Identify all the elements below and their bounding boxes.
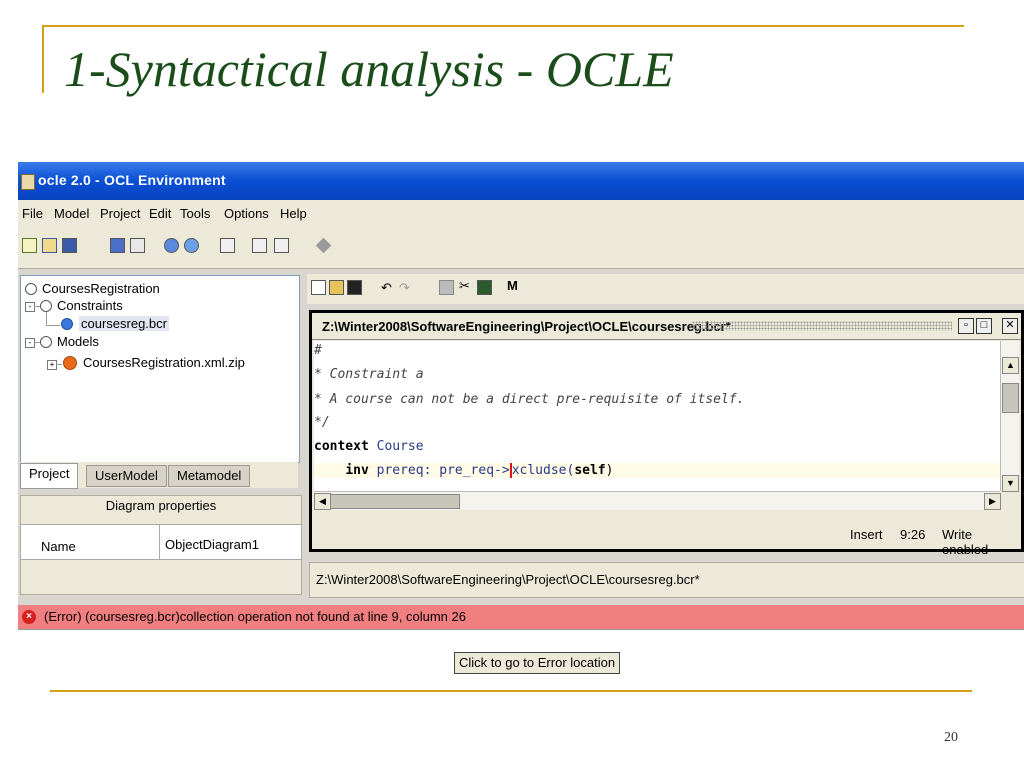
window-titlebar[interactable]: ocle 2.0 - OCL Environment [18, 162, 1024, 200]
cut-icon[interactable]: ✂ [459, 279, 474, 295]
scroll-thumb[interactable] [330, 494, 460, 509]
new-diagram-icon[interactable] [252, 238, 267, 253]
maximize-icon[interactable]: □ [976, 318, 992, 334]
ocle-window: ocle 2.0 - OCL Environment File Model Pr… [18, 162, 1024, 684]
error-message-bar[interactable]: × (Error) (coursesreg.bcr)collection ope… [18, 605, 1024, 629]
tree-node-constraint-file[interactable]: coursesreg.bcr [79, 316, 169, 331]
left-panel-tabs: Project UserModel Metamodel [20, 462, 298, 489]
scroll-right-icon[interactable]: ▶ [984, 493, 1001, 510]
close-icon[interactable]: ✕ [1002, 318, 1018, 334]
tab-usermodel[interactable]: UserModel [86, 465, 167, 487]
constraint-file-icon [61, 318, 73, 330]
redo-icon[interactable]: ↷ [399, 281, 414, 297]
tab-project[interactable]: Project [20, 463, 79, 489]
scroll-left-icon[interactable]: ◀ [314, 493, 331, 510]
editor-titlebar[interactable]: Z:\Winter2008\SoftwareEngineering\Projec… [312, 313, 1021, 340]
code-line-current: inv prereq: pre_req-> xcludse(self) [314, 463, 1000, 478]
models-node-icon [40, 336, 52, 348]
tree-node-models[interactable]: Models [57, 334, 99, 349]
close-model-icon[interactable] [110, 238, 125, 253]
window-title: ocle 2.0 - OCL Environment [38, 172, 226, 188]
tree-node-project[interactable]: CoursesRegistration [42, 281, 160, 296]
property-row[interactable]: Name ObjectDiagram1 [21, 524, 301, 560]
properties-header: Diagram properties [105, 498, 217, 513]
bottom-rule [50, 690, 972, 692]
save-project-icon[interactable] [62, 238, 77, 253]
menu-help[interactable]: Help [280, 206, 307, 221]
code-line: # [314, 343, 322, 358]
menu-tools[interactable]: Tools [180, 206, 210, 221]
error-message: (Error) (coursesreg.bcr)collection opera… [44, 609, 466, 624]
menubar: File Model Project Edit Tools Options He… [18, 200, 1024, 228]
menu-edit[interactable]: Edit [149, 206, 171, 221]
status-position: 9:26 [900, 527, 926, 542]
page-number: 20 [944, 730, 958, 745]
file-path-bar: Z:\Winter2008\SoftwareEngineering\Projec… [309, 562, 1024, 598]
tab-metamodel[interactable]: Metamodel [168, 465, 251, 487]
scroll-thumb[interactable] [1002, 383, 1019, 413]
status-mode: Insert [850, 527, 883, 542]
collapse-icon[interactable]: - [25, 338, 35, 348]
go-to-error-button[interactable]: Click to go to Error location [454, 652, 621, 674]
code-line: * Constraint a [314, 367, 424, 382]
paste-icon[interactable] [477, 280, 492, 295]
editor-window: Z:\Winter2008\SoftwareEngineering\Projec… [309, 310, 1024, 557]
copy-icon[interactable] [439, 280, 454, 295]
save-file-icon[interactable] [347, 280, 362, 295]
diagram-properties-panel: Diagram properties Name ObjectDiagram1 [20, 495, 302, 595]
code-editor[interactable]: # * Constraint a * A course can not be a… [314, 341, 1000, 491]
project-tree: CoursesRegistration - Constraints course… [20, 275, 300, 463]
collapse-icon[interactable]: - [25, 302, 35, 312]
constraints-node-icon [40, 300, 52, 312]
find-icon[interactable]: M [507, 279, 522, 295]
compile-icon[interactable] [164, 238, 179, 253]
main-toolbar [18, 228, 1024, 269]
expand-icon[interactable]: + [47, 360, 57, 370]
editor-status-bar: Insert 9:26 Write enabled [314, 513, 1020, 557]
scroll-up-icon[interactable]: ▲ [1002, 357, 1019, 374]
open-file-icon[interactable] [329, 280, 344, 295]
code-line: context Course [314, 439, 424, 454]
undo-icon[interactable]: ↶ [381, 281, 396, 297]
menu-model[interactable]: Model [54, 206, 89, 221]
tree-node-model-file[interactable]: CoursesRegistration.xml.zip [83, 355, 245, 370]
project-node-icon [25, 283, 37, 295]
menu-options[interactable]: Options [224, 206, 269, 221]
edit-constraint-icon[interactable] [220, 238, 235, 253]
model-file-icon [63, 356, 77, 370]
diagram-options-icon[interactable] [274, 238, 289, 253]
app-icon [21, 174, 35, 190]
code-line: * A course can not be a direct pre-requi… [314, 392, 745, 407]
top-rule [42, 25, 964, 27]
menu-project[interactable]: Project [100, 206, 140, 221]
run-evaluation-icon[interactable] [315, 237, 332, 254]
left-accent-line [42, 25, 44, 93]
menu-file[interactable]: File [22, 206, 43, 221]
file-path-text: Z:\Winter2008\SoftwareEngineering\Projec… [316, 572, 700, 587]
check-icon[interactable] [184, 238, 199, 253]
new-file-icon[interactable] [311, 280, 326, 295]
code-line: */ [314, 415, 330, 430]
property-name-value[interactable]: ObjectDiagram1 [165, 537, 259, 552]
error-icon: × [22, 610, 36, 624]
export-model-icon[interactable] [130, 238, 145, 253]
tree-node-constraints[interactable]: Constraints [57, 298, 123, 313]
slide-title: 1-Syntactical analysis - OCLE [64, 41, 674, 97]
new-project-icon[interactable] [22, 238, 37, 253]
vertical-scrollbar[interactable]: ▲ ▼ [1000, 341, 1019, 492]
property-name-label: Name [41, 539, 76, 554]
scroll-down-icon[interactable]: ▼ [1002, 475, 1019, 492]
editor-toolbar: ↶ ↷ ✂ M [307, 274, 1024, 304]
status-access: Write enabled [942, 527, 989, 557]
error-panel: Click to go to Error location [18, 629, 1024, 684]
open-project-icon[interactable] [42, 238, 57, 253]
minimize-icon[interactable]: ▫ [958, 318, 974, 334]
horizontal-scrollbar[interactable]: ◀ ▶ [314, 491, 1001, 510]
editor-file-path: Z:\Winter2008\SoftwareEngineering\Projec… [322, 319, 731, 334]
